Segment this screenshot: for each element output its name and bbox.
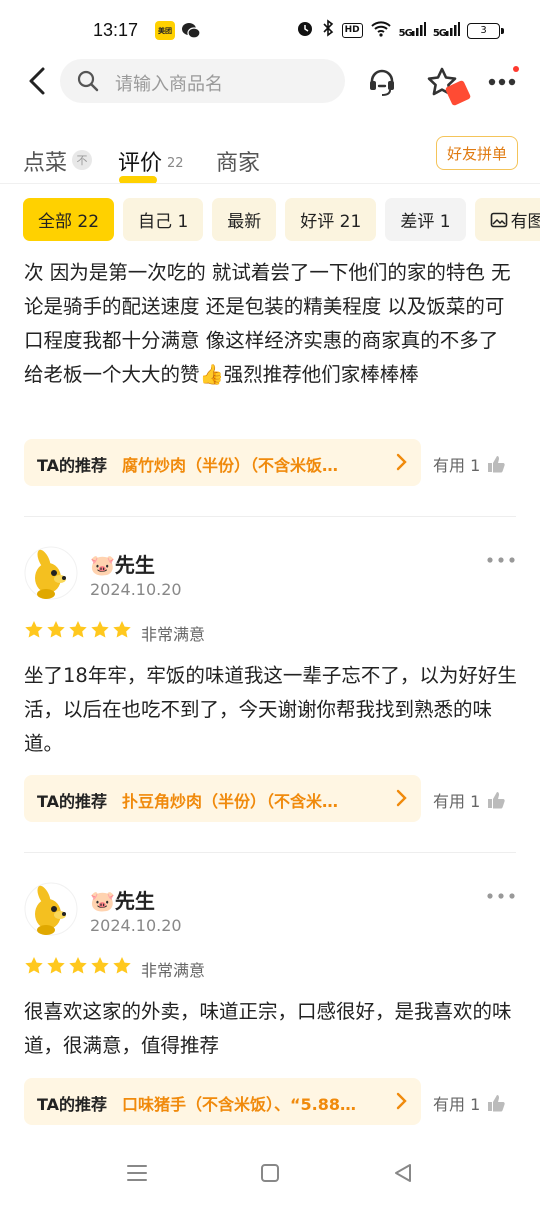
image-icon bbox=[490, 212, 507, 227]
star-icon bbox=[25, 957, 43, 974]
review-text: 坐了18年牢，牢饭的味道我这一辈子忘不了，以为好好生活，以后在也吃不到了，今天谢… bbox=[24, 664, 517, 755]
more-icon[interactable] bbox=[486, 554, 516, 566]
star-icon bbox=[91, 957, 109, 974]
star-icon bbox=[91, 621, 109, 638]
star-icon bbox=[47, 621, 65, 638]
tab-order[interactable]: 点菜 bbox=[23, 145, 67, 177]
customer-service-button[interactable] bbox=[362, 62, 402, 102]
customer-service-icon bbox=[370, 69, 394, 96]
recommended-dishes[interactable]: TA的推荐 口味猪手（不含米饭）、“5.88… bbox=[24, 1078, 421, 1125]
review-filters: 全部 22 自己 1 最新 好评 21 差评 1 有图 bbox=[23, 198, 540, 242]
thumbs-up-icon bbox=[488, 792, 505, 809]
star-icon bbox=[69, 621, 87, 638]
recommend-dishes: 扑豆角炒肉（半份）（不含米… bbox=[122, 792, 339, 811]
chevron-right-icon bbox=[396, 789, 407, 807]
recommend-dishes: 腐竹炒肉（半份）（不含米饭… bbox=[122, 456, 339, 475]
user-name[interactable]: 🐷先生 bbox=[90, 885, 155, 914]
review-text: 很喜欢这家的外卖，味道正宗，口感很好，是我喜欢的味道，很满意，值得推荐 bbox=[24, 1000, 512, 1057]
signal-5g-icon: 5G bbox=[433, 22, 460, 39]
tab-pin-icon: 不 bbox=[72, 150, 92, 170]
tab-reviews[interactable]: 评价 bbox=[118, 145, 162, 177]
helpful-label: 有用 1 bbox=[433, 1095, 481, 1114]
helpful-label: 有用 1 bbox=[433, 792, 481, 811]
home-icon bbox=[261, 1164, 279, 1182]
home-button[interactable] bbox=[250, 1160, 290, 1186]
search-placeholder: 请输入商品名 bbox=[115, 74, 223, 95]
star-icon bbox=[69, 957, 87, 974]
star-icon bbox=[25, 621, 43, 638]
back-nav-button[interactable] bbox=[383, 1160, 423, 1186]
more-icon bbox=[488, 78, 516, 86]
filter-positive[interactable]: 好评 21 bbox=[285, 198, 377, 241]
filter-all[interactable]: 全部 22 bbox=[23, 198, 115, 241]
recent-apps-button[interactable] bbox=[117, 1160, 157, 1186]
bluetooth-icon bbox=[321, 19, 335, 42]
status-time: 13:17 bbox=[93, 20, 139, 40]
rating-label: 非常满意 bbox=[141, 625, 206, 644]
signal-5g-icon: 5G bbox=[399, 22, 426, 39]
recommended-dishes[interactable]: TA的推荐 扑豆角炒肉（半份）（不含米… bbox=[24, 775, 421, 822]
review-separator bbox=[24, 852, 516, 853]
helpful-button[interactable]: 有用 1 bbox=[433, 788, 506, 812]
recommend-label: TA的推荐 bbox=[37, 1095, 108, 1114]
review-text: 次 因为是第一次吃的 就试着尝了一下他们的家的特色 无论是骑手的配送速度 还是包… bbox=[24, 261, 511, 386]
battery-icon: 3 bbox=[467, 22, 504, 39]
recommend-label: TA的推荐 bbox=[37, 456, 108, 475]
notification-dot bbox=[513, 66, 519, 72]
more-icon[interactable] bbox=[486, 890, 516, 902]
helpful-label: 有用 1 bbox=[433, 456, 481, 475]
filter-negative[interactable]: 差评 1 bbox=[385, 198, 466, 241]
filter-with-images-label: 有图 bbox=[510, 212, 540, 232]
star-rating bbox=[24, 956, 132, 976]
more-button[interactable] bbox=[482, 62, 522, 102]
tab-merchant[interactable]: 商家 bbox=[216, 145, 260, 177]
filter-latest[interactable]: 最新 bbox=[212, 198, 277, 241]
chevron-right-icon bbox=[396, 453, 407, 471]
rating-label: 非常满意 bbox=[141, 961, 206, 980]
menu-icon bbox=[127, 1165, 147, 1181]
thumbs-up-icon bbox=[488, 456, 505, 473]
back-triangle-icon bbox=[395, 1164, 411, 1182]
filter-mine[interactable]: 自己 1 bbox=[123, 198, 204, 241]
tab-divider bbox=[0, 183, 540, 184]
status-bar: 13:17 美团 HD 5G 5G 3 bbox=[0, 0, 540, 60]
meituan-app-icon: 美团 bbox=[155, 21, 175, 40]
search-icon bbox=[77, 70, 99, 92]
hd-icon: HD bbox=[341, 23, 363, 38]
status-icons: HD 5G 5G 3 bbox=[296, 19, 504, 42]
thumbs-up-icon bbox=[488, 1095, 505, 1112]
review-separator bbox=[24, 516, 516, 517]
user-name[interactable]: 🐷先生 bbox=[90, 549, 155, 578]
review-date: 2024.10.20 bbox=[90, 580, 182, 599]
avatar[interactable] bbox=[24, 882, 78, 936]
filter-with-images[interactable]: 有图 bbox=[474, 198, 540, 241]
back-button[interactable] bbox=[22, 63, 52, 99]
review-date: 2024.10.20 bbox=[90, 916, 182, 935]
avatar[interactable] bbox=[24, 546, 78, 600]
system-nav-bar bbox=[0, 1150, 540, 1206]
recommend-label: TA的推荐 bbox=[37, 792, 108, 811]
wifi-icon bbox=[370, 19, 392, 42]
group-order-button[interactable]: 好友拼单 bbox=[436, 136, 518, 170]
tab-reviews-count: 22 bbox=[167, 156, 184, 171]
helpful-button[interactable]: 有用 1 bbox=[433, 1091, 506, 1115]
star-icon bbox=[113, 957, 131, 974]
recommend-dishes: 口味猪手（不含米饭）、“5.88… bbox=[122, 1095, 356, 1114]
star-rating bbox=[24, 620, 132, 640]
chevron-right-icon bbox=[396, 1092, 407, 1110]
helpful-button[interactable]: 有用 1 bbox=[433, 452, 506, 476]
search-input[interactable]: 请输入商品名 bbox=[60, 59, 345, 103]
recommended-dishes[interactable]: TA的推荐 腐竹炒肉（半份）（不含米饭… bbox=[24, 439, 421, 486]
star-icon bbox=[113, 621, 131, 638]
alarm-icon bbox=[296, 19, 314, 42]
star-icon bbox=[47, 957, 65, 974]
wechat-icon bbox=[181, 21, 201, 40]
